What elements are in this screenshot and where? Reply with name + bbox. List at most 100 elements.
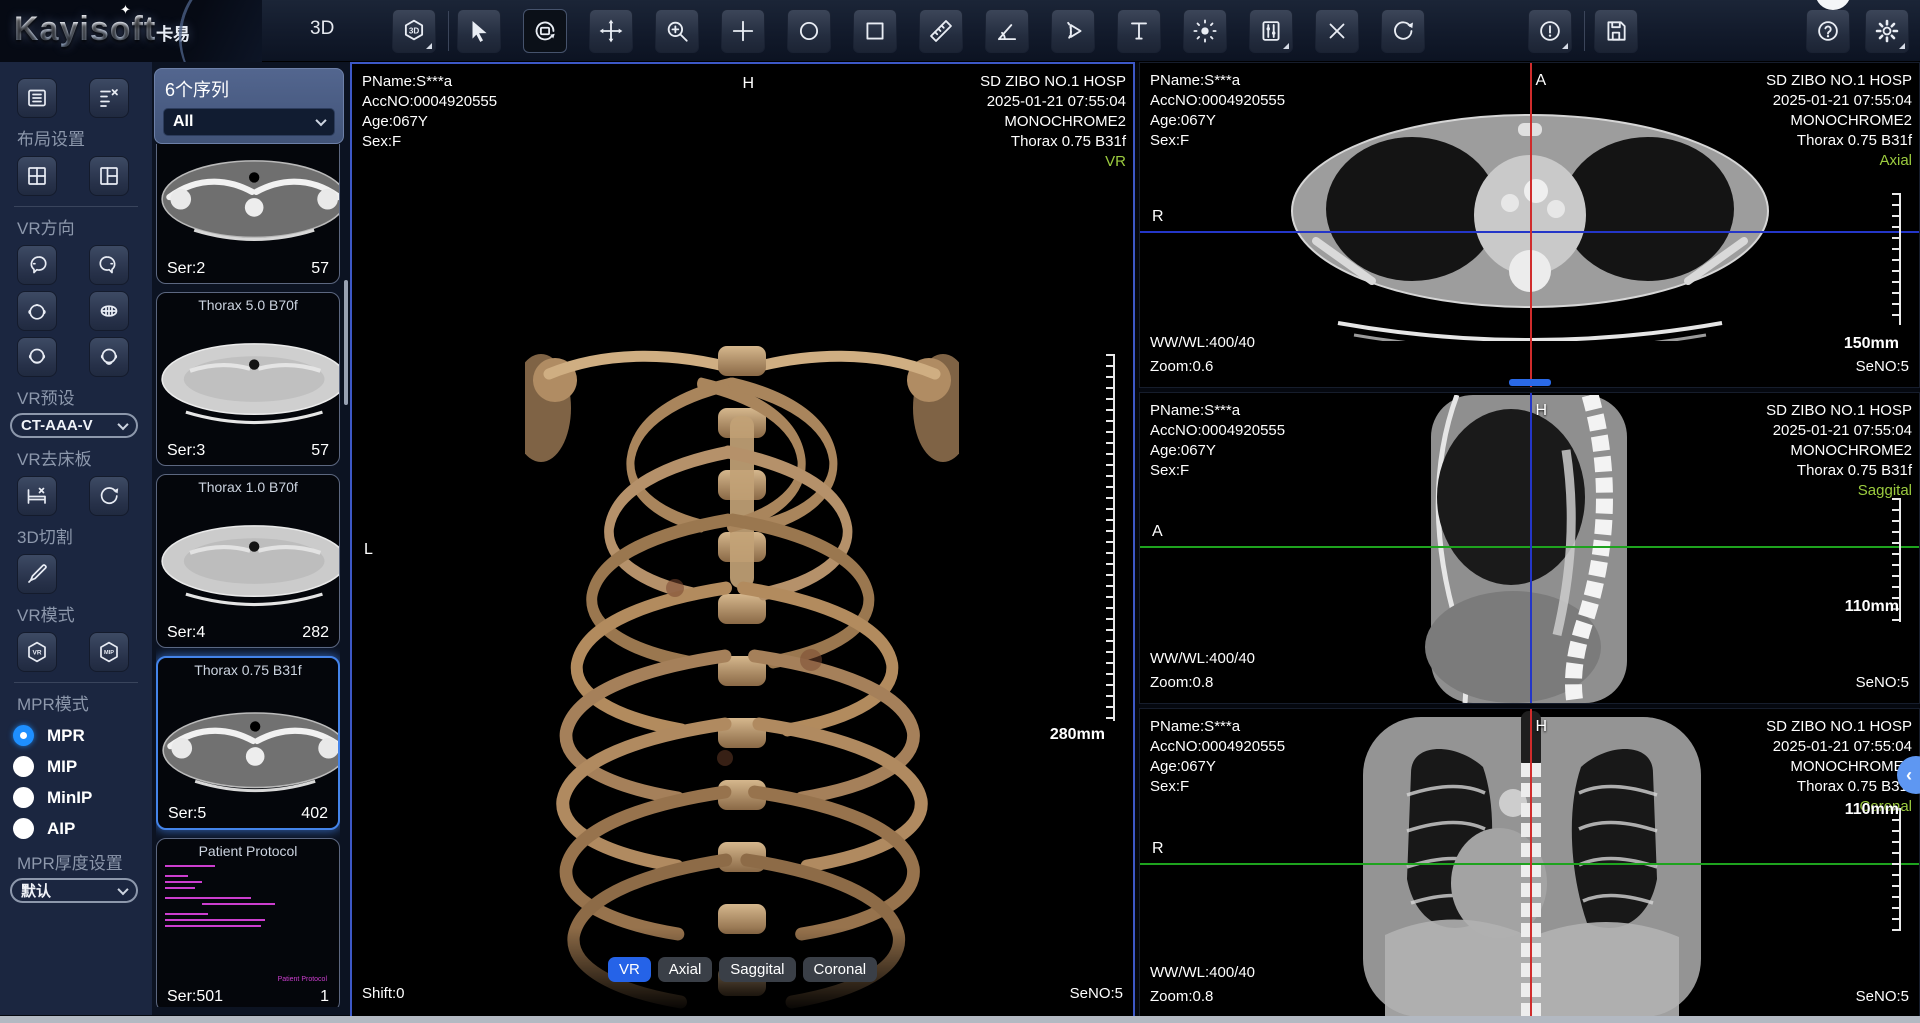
reset-view-button[interactable] [1381, 9, 1425, 53]
angle-tool-button[interactable] [985, 9, 1029, 53]
series-card-ser2[interactable]: Ser:257 [156, 144, 340, 284]
cobb-angle-tool-button[interactable] [1051, 9, 1095, 53]
cut-3d-label: 3D切割 [0, 523, 152, 548]
window-level-button[interactable] [1183, 9, 1227, 53]
scale-ruler [1892, 193, 1901, 326]
vr-hexagon-icon: VR [25, 640, 49, 664]
head-top-button[interactable] [17, 291, 57, 331]
series-number: Ser:3 [167, 442, 205, 460]
layout-clear-button[interactable] [89, 78, 129, 118]
ruler-tool-button[interactable] [919, 9, 963, 53]
pointer-tool-button[interactable] [457, 9, 501, 53]
protocol-footer-text: Patient Protocol [278, 976, 327, 983]
series-card-ser4[interactable]: Thorax 1.0 B70f Ser:4282 [156, 474, 340, 648]
layout-clear-icon [97, 86, 121, 110]
dicom-viewer-app: Kayisoft卡易 ✦ 3D 3D 布局设置 [0, 0, 1920, 1023]
series-number-overlay: SeNO:5 [1856, 673, 1909, 693]
pan-tool-button[interactable] [589, 9, 633, 53]
image-count: 402 [301, 805, 328, 823]
vr-mode-label: VR模式 [0, 601, 152, 626]
crosshair-vertical-red[interactable] [1530, 63, 1532, 387]
rectangle-roi-button[interactable] [853, 9, 897, 53]
scale-ruler-label: 280mm [1050, 726, 1105, 744]
cobb-angle-icon [1060, 18, 1086, 44]
scale-ruler-label: 110mm [1845, 801, 1899, 819]
logo-sparkle: ✦ [120, 2, 131, 18]
mpr-coronal-viewport[interactable]: PName:S***aAccNO:0004920555 Age:067YSex:… [1139, 708, 1920, 1018]
view-switch-buttons: VR Axial Saggital Coronal [352, 957, 1133, 982]
head-back-button[interactable] [17, 337, 57, 377]
head-front-button[interactable] [89, 337, 129, 377]
mpr-axial-viewport[interactable]: PName:S***aAccNO:0004920555 Age:067YSex:… [1139, 62, 1920, 388]
rotate-3d-icon [532, 18, 558, 44]
crosshair-icon [730, 18, 756, 44]
pointer-icon [466, 18, 492, 44]
series-filter-select[interactable]: All [163, 108, 335, 136]
series-scrollbar[interactable] [344, 280, 348, 405]
bed-reset-button[interactable] [89, 476, 129, 516]
info-overlay-button[interactable] [1528, 9, 1572, 53]
series-card-ser3[interactable]: Thorax 5.0 B70f Ser:357 [156, 292, 340, 466]
view-type-label: Axial [1766, 151, 1912, 171]
head-jaw-button[interactable] [89, 291, 129, 331]
slab-scroll-handle[interactable] [1509, 379, 1551, 386]
series-number-overlay: SeNO:5 [1856, 987, 1909, 1007]
wl-presets-button[interactable] [1249, 9, 1293, 53]
view-button-axial[interactable]: Axial [658, 957, 713, 982]
shift-value: Shift:0 [362, 984, 405, 1004]
view-button-coronal[interactable]: Coronal [803, 957, 878, 982]
vr-preset-select[interactable]: CT-AAA-V [10, 413, 138, 438]
mpr-saggital-viewport[interactable]: PName:S***aAccNO:0004920555 Age:067YSex:… [1139, 392, 1920, 704]
vr-mode-vr-button[interactable]: VR [17, 632, 57, 672]
remove-bed-button[interactable] [17, 476, 57, 516]
series-count-label: 6个序列 [163, 74, 335, 108]
zoom-tool-button[interactable] [655, 9, 699, 53]
mpr-mode-radio-mpr[interactable]: MPR [0, 725, 152, 746]
orientation-marker-top: H [1536, 717, 1548, 737]
study-info-overlay: SD ZIBO NO.1 HOSP2025-01-21 07:55:04 MON… [1766, 401, 1912, 501]
save-icon [1603, 18, 1629, 44]
layout-split-button[interactable] [89, 156, 129, 196]
image-count: 57 [311, 442, 329, 460]
view-3d-button[interactable]: 3D [392, 9, 436, 53]
vr-mode-mip-button[interactable]: MIP [89, 632, 129, 672]
view-type-label: VR [980, 152, 1126, 172]
reset-icon [97, 484, 121, 508]
text-icon [1126, 18, 1152, 44]
vr-viewport[interactable]: PName:S***aAccNO:0004920555 Age:067YSex:… [350, 62, 1135, 1018]
crosshair-vertical-blue[interactable] [1530, 393, 1532, 703]
vr-bed-removal-label: VR去床板 [0, 445, 152, 470]
series-card-ser5-selected[interactable]: Thorax 0.75 B31f Ser:5402 [156, 656, 340, 830]
mpr-thickness-select[interactable]: 默认 [10, 878, 138, 903]
layout-list-button[interactable] [17, 78, 57, 118]
image-count: 1 [320, 988, 329, 1006]
radio-icon [13, 818, 34, 839]
mpr-mode-radio-aip[interactable]: AIP [0, 818, 152, 839]
layout-settings-label: 布局设置 [0, 125, 152, 150]
mpr-mode-radio-minip[interactable]: MinIP [0, 787, 152, 808]
save-button[interactable] [1594, 9, 1638, 53]
layout-grid-button[interactable] [17, 156, 57, 196]
view-button-saggital[interactable]: Saggital [719, 957, 795, 982]
orientation-marker-top: H [1536, 401, 1548, 421]
view-button-vr[interactable]: VR [608, 957, 651, 982]
ellipse-roi-button[interactable] [787, 9, 831, 53]
scalpel-cut-button[interactable] [17, 554, 57, 594]
series-list: Ser:257 Thorax 5.0 B70f Ser:357 Thorax 1… [156, 144, 340, 1007]
head-right-button[interactable] [89, 245, 129, 285]
window-level-value: WW/WL:400/40 [1150, 963, 1255, 983]
series-card-ser501[interactable]: Patient Protocol Patient Protocol Ser:50… [156, 838, 340, 1007]
settings-button[interactable] [1865, 9, 1909, 53]
head-left-button[interactable] [17, 245, 57, 285]
layout-split-icon [97, 164, 121, 188]
delete-annotation-button[interactable] [1315, 9, 1359, 53]
series-number: Ser:501 [167, 988, 223, 1006]
rotate-3d-tool-button[interactable] [523, 9, 567, 53]
crosshair-vertical-red[interactable] [1530, 709, 1532, 1017]
help-button[interactable] [1806, 9, 1850, 53]
info-icon [1537, 18, 1563, 44]
sliders-icon [1258, 18, 1284, 44]
crosshair-tool-button[interactable] [721, 9, 765, 53]
text-annotation-button[interactable] [1117, 9, 1161, 53]
mpr-mode-radio-mip[interactable]: MIP [0, 756, 152, 777]
